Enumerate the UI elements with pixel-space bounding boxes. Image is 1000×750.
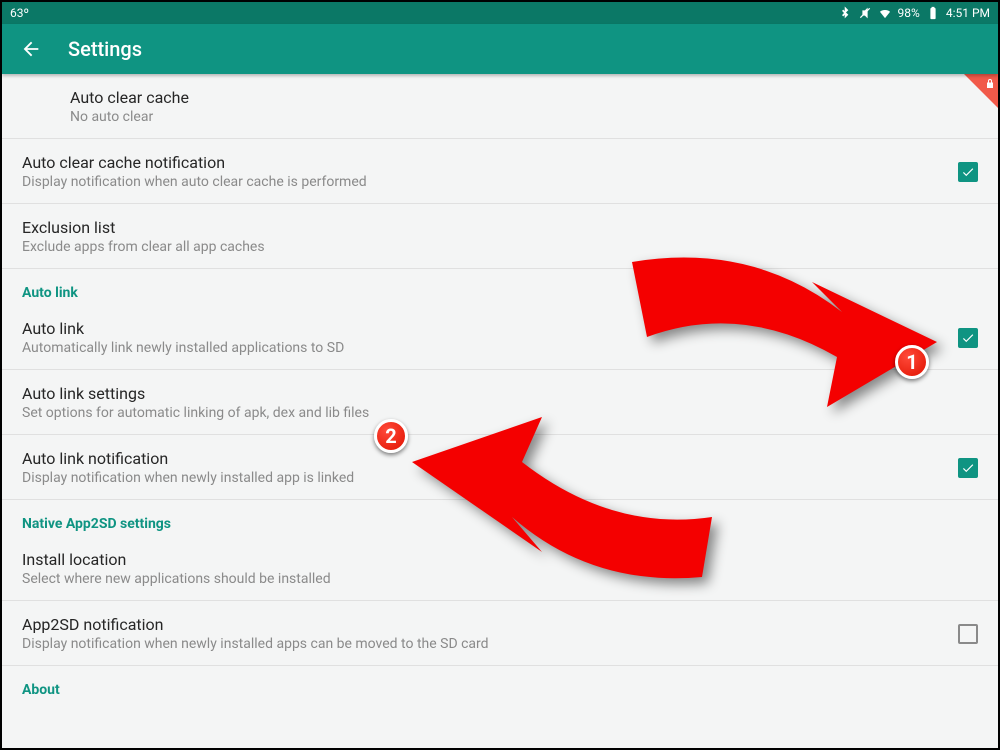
row-auto-clear-notif[interactable]: Auto clear cache notification Display no… [2, 139, 998, 204]
row-auto-clear-cache[interactable]: Auto clear cache No auto clear [2, 74, 998, 139]
status-bar: 63º 98% 4:51 PM [2, 2, 998, 24]
row-title: Auto link settings [22, 384, 978, 403]
status-battery-pct: 98% [898, 6, 920, 20]
row-app2sd-notif[interactable]: App2SD notification Display notification… [2, 601, 998, 666]
row-subtitle: Select where new applications should be … [22, 571, 978, 587]
page-title: Settings [68, 37, 142, 61]
checkbox-auto-clear-notif[interactable] [958, 162, 978, 182]
row-auto-link[interactable]: Auto link Automatically link newly insta… [2, 305, 998, 370]
row-auto-link-settings[interactable]: Auto link settings Set options for autom… [2, 370, 998, 435]
row-title: Auto link notification [22, 449, 946, 468]
back-button[interactable] [14, 32, 48, 66]
status-time: 4:51 PM [946, 6, 990, 20]
row-title: Auto clear cache [70, 88, 978, 107]
checkbox-auto-link[interactable] [958, 328, 978, 348]
row-subtitle: Automatically link newly installed appli… [22, 340, 946, 356]
bluetooth-icon [838, 6, 852, 20]
section-auto-link: Auto link [2, 269, 998, 305]
row-title: Auto link [22, 319, 946, 338]
row-subtitle: Exclude apps from clear all app caches [22, 239, 978, 255]
row-subtitle: Set options for automatic linking of apk… [22, 405, 978, 421]
wifi-icon [878, 6, 892, 20]
battery-icon [926, 6, 940, 20]
row-subtitle: Display notification when auto clear cac… [22, 174, 946, 190]
row-title: Install location [22, 550, 978, 569]
row-subtitle: Display notification when newly installe… [22, 636, 946, 652]
status-temperature: 63º [10, 6, 29, 20]
checkbox-auto-link-notif[interactable] [958, 458, 978, 478]
app-bar: Settings [2, 24, 998, 74]
row-auto-link-notif[interactable]: Auto link notification Display notificat… [2, 435, 998, 500]
mute-icon [858, 6, 872, 20]
settings-list: Auto clear cache No auto clear Auto clea… [2, 74, 998, 702]
row-subtitle: No auto clear [70, 109, 978, 125]
lock-corner-icon [964, 74, 998, 108]
row-subtitle: Display notification when newly installe… [22, 470, 946, 486]
section-native-app2sd: Native App2SD settings [2, 500, 998, 536]
section-about: About [2, 666, 998, 702]
checkbox-app2sd-notif[interactable] [958, 624, 978, 644]
row-exclusion-list[interactable]: Exclusion list Exclude apps from clear a… [2, 204, 998, 269]
row-title: App2SD notification [22, 615, 946, 634]
row-title: Exclusion list [22, 218, 978, 237]
row-title: Auto clear cache notification [22, 153, 946, 172]
row-install-location[interactable]: Install location Select where new applic… [2, 536, 998, 601]
